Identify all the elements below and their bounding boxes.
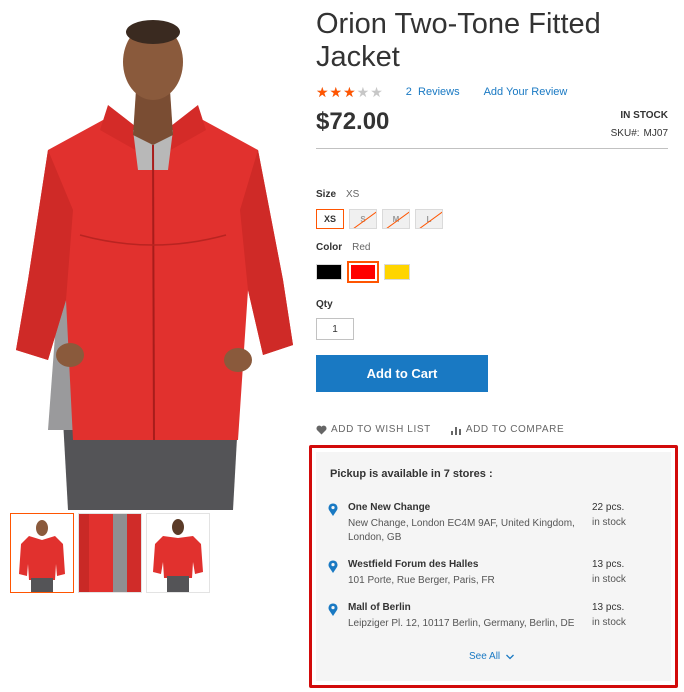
size-swatch-l[interactable]: L [415,209,443,229]
size-swatch-label: S [360,214,366,224]
divider [316,148,668,149]
rating-row: ★★★★★ ★★★★★ 2 Reviews Add Your Review [316,85,567,99]
product-title: Orion Two-Tone Fitted Jacket [316,8,601,73]
thumbnail-back[interactable] [146,513,210,593]
reviews-count: 2 [405,86,412,98]
sku-label: SKU#: [610,128,640,139]
add-to-wishlist-link[interactable]: ADD TO WISH LIST [316,424,431,435]
size-option-label: Size XS [316,189,359,200]
sku-value: MJ07 [643,128,668,139]
sku: SKU#: MJ07 [611,128,668,139]
size-swatch-label: L [426,214,432,224]
rating-stars: ★★★★★ ★★★★★ [316,84,384,100]
color-swatch-yellow[interactable] [384,264,410,280]
color-selected-value: Red [352,242,371,253]
thumbnail-side[interactable] [78,513,142,593]
thumbnail-front[interactable] [10,513,74,593]
qty-input[interactable] [316,318,354,340]
product-actions: ADD TO WISH LIST ADD TO COMPARE [316,424,564,435]
compare-label: ADD TO COMPARE [465,424,565,435]
bar-chart-icon [450,425,462,435]
size-swatch-label: M [392,214,400,224]
stock-status: IN STOCK [620,110,668,121]
product-main-image[interactable] [8,10,298,510]
wishlist-label: ADD TO WISH LIST [331,424,431,435]
heart-icon [316,425,327,435]
color-swatch-red[interactable] [347,261,379,283]
size-swatch-m[interactable]: M [382,209,410,229]
product-price: $72.00 [316,108,390,135]
reviews-link[interactable]: 2 Reviews [406,86,460,98]
add-to-compare-link[interactable]: ADD TO COMPARE [450,424,565,435]
thumbnail-strip [10,513,210,593]
color-swatches [316,261,410,283]
reviews-label: Reviews [418,86,460,98]
size-swatch-label: XS [323,214,336,224]
size-swatch-s[interactable]: S [349,209,377,229]
add-to-cart-button[interactable]: Add to Cart [316,355,488,392]
size-label: Size [316,189,337,200]
color-swatch-black[interactable] [316,264,342,280]
size-swatches: XS S M L [316,209,443,229]
qty-label: Qty [316,299,333,310]
size-selected-value: XS [346,189,360,200]
size-swatch-xs[interactable]: XS [316,209,344,229]
add-review-link[interactable]: Add Your Review [484,86,568,98]
highlight-annotation-box [309,445,678,688]
color-label: Color [316,242,343,253]
color-option-label: Color Red [316,242,370,253]
